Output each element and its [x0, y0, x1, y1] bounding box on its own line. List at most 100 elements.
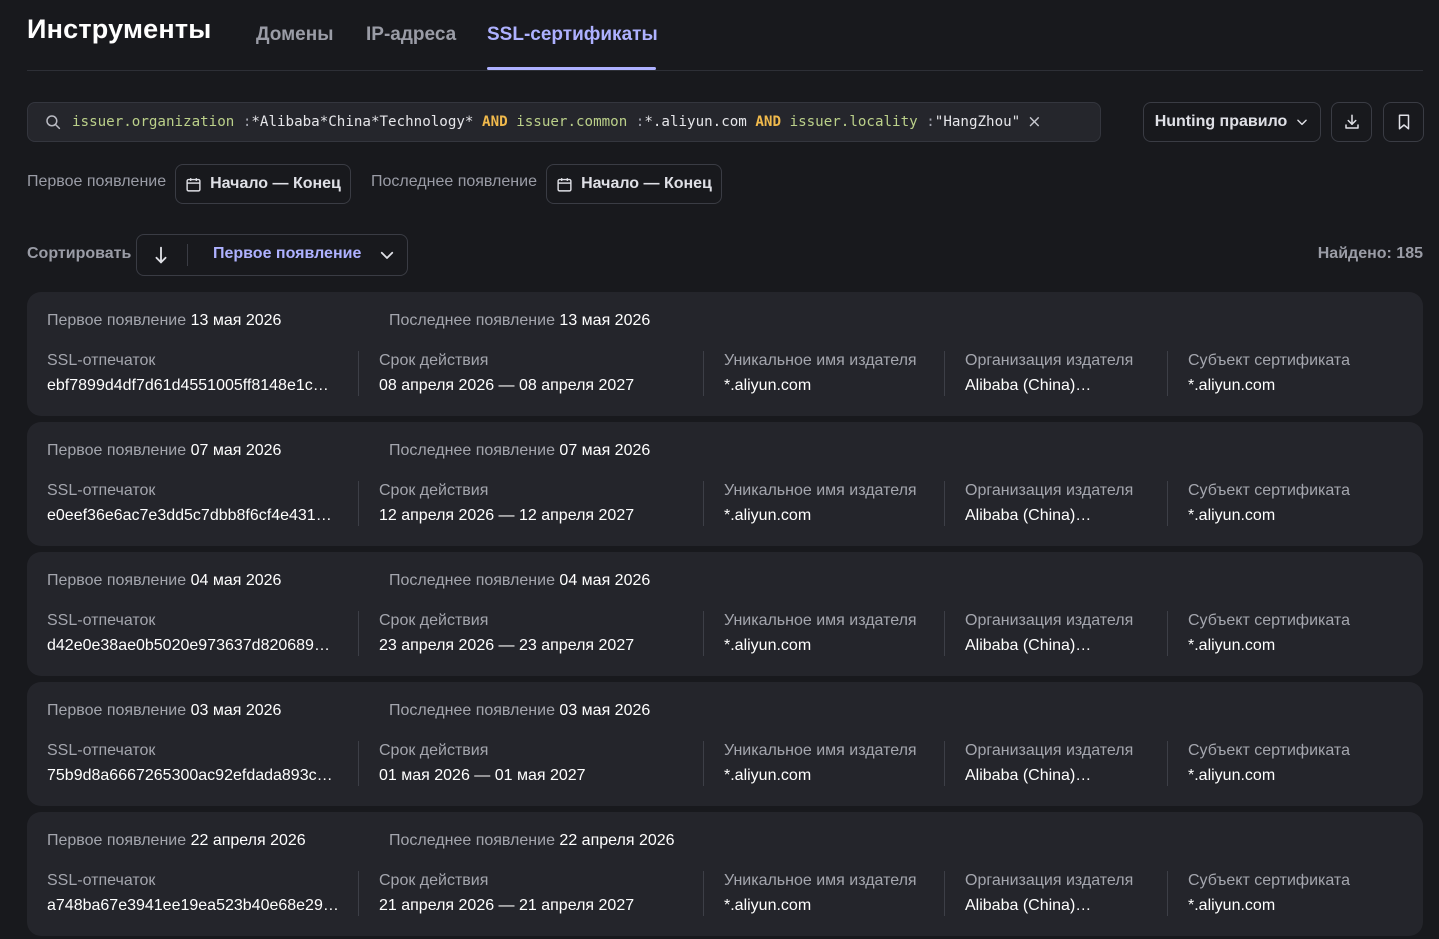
bookmark-button[interactable] — [1383, 102, 1424, 142]
calendar-icon — [557, 177, 572, 192]
issuer-organization-value: Alibaba (China)… — [965, 507, 1092, 524]
validity-period-label: Срок действия — [379, 872, 489, 889]
issuer-common-name-value: *.aliyun.com — [724, 767, 812, 784]
query-token-op: : — [627, 114, 645, 130]
certificate-card[interactable]: Первое появление 13 мая 2026 Последнее по… — [27, 292, 1423, 416]
last-seen: Последнее появление 03 мая 2026 — [389, 702, 650, 720]
column-divider — [944, 351, 945, 396]
ssl-fingerprint-value: 75b9d8a6667265300ac92efdada893c… — [47, 767, 333, 784]
certificate-subject-field: Субъект сертификата *.aliyun.com — [1188, 872, 1398, 915]
ssl-fingerprint-field: SSL-отпечаток ebf7899d4df7d61d4551005ff81… — [47, 352, 347, 395]
column-divider — [358, 611, 359, 656]
issuer-organization-value: Alibaba (China)… — [965, 637, 1092, 654]
download-button[interactable] — [1331, 102, 1372, 142]
issuer-organization-label: Организация издателя — [965, 742, 1134, 759]
issuer-common-name-value: *.aliyun.com — [724, 897, 812, 914]
hunting-rule-dropdown[interactable]: Hunting правило — [1143, 102, 1321, 142]
certificate-card[interactable]: Первое появление 07 мая 2026 Последнее по… — [27, 422, 1423, 546]
sort-divider — [187, 244, 188, 266]
validity-period-field: Срок действия 23 апреля 2026 — 23 апреля … — [379, 612, 709, 655]
download-icon — [1344, 114, 1359, 129]
certificate-subject-label: Субъект сертификата — [1188, 482, 1350, 499]
tab-ip-addresses[interactable]: IP-адреса — [366, 24, 456, 46]
first-seen-label: Первое появление — [47, 702, 187, 719]
validity-period-value: 21 апреля 2026 — 21 апреля 2027 — [379, 897, 635, 914]
last-seen-value: 04 мая 2026 — [559, 572, 651, 589]
query-token-value: "HangZhou" — [934, 114, 1021, 130]
issuer-common-name-value: *.aliyun.com — [724, 637, 812, 654]
first-seen-label: Первое появление — [47, 442, 187, 459]
issuer-organization-field: Организация издателя Alibaba (China)… — [965, 482, 1155, 525]
ssl-fingerprint-field: SSL-отпечаток e0eef36e6ac7e3dd5c7dbb8f6cf… — [47, 482, 347, 525]
ssl-fingerprint-value: ebf7899d4df7d61d4551005ff8148e1c… — [47, 377, 329, 394]
sort-direction-arrow-down-icon[interactable] — [150, 244, 172, 266]
ssl-fingerprint-value: e0eef36e6ac7e3dd5c7dbb8f6cf4e431… — [47, 507, 332, 524]
issuer-organization-value: Alibaba (China)… — [965, 377, 1092, 394]
column-divider — [944, 611, 945, 656]
validity-period-label: Срок действия — [379, 612, 489, 629]
search-query-input[interactable]: issuer.organization :*Alibaba*China*Tech… — [27, 102, 1101, 142]
certificate-subject-value: *.aliyun.com — [1188, 767, 1276, 784]
first-seen: Первое появление 13 мая 2026 — [47, 312, 281, 330]
issuer-common-name-label: Уникальное имя издателя — [724, 742, 917, 759]
first-seen-value: 04 мая 2026 — [190, 572, 282, 589]
first-seen-value: 13 мая 2026 — [190, 312, 282, 329]
first-seen: Первое появление 04 мая 2026 — [47, 572, 281, 590]
issuer-common-name-field: Уникальное имя издателя *.aliyun.com — [724, 872, 934, 915]
certificate-card[interactable]: Первое появление 22 апреля 2026 Последнее… — [27, 812, 1423, 936]
certificate-card[interactable]: Первое появление 03 мая 2026 Последнее по… — [27, 682, 1423, 806]
issuer-organization-value: Alibaba (China)… — [965, 897, 1092, 914]
chevron-down-icon[interactable] — [378, 246, 396, 264]
search-query-text[interactable]: issuer.organization :*Alibaba*China*Tech… — [72, 114, 1020, 130]
chevron-down-icon — [1297, 119, 1308, 126]
query-token-value: *Alibaba*China*Technology* — [251, 114, 474, 130]
certificate-subject-label: Субъект сертификата — [1188, 612, 1350, 629]
column-divider — [358, 871, 359, 916]
last-seen: Последнее появление 22 апреля 2026 — [389, 832, 675, 850]
query-token-value: *.aliyun.com — [644, 114, 747, 130]
first-seen-value: 07 мая 2026 — [190, 442, 282, 459]
certificate-card[interactable]: Первое появление 04 мая 2026 Последнее по… — [27, 552, 1423, 676]
results-count: Найдено: 185 — [1317, 245, 1423, 262]
column-divider — [1167, 481, 1168, 526]
column-divider — [703, 351, 704, 396]
tab-domains[interactable]: Домены — [256, 24, 333, 46]
last-seen-date-range[interactable]: Начало — Конец — [546, 164, 722, 204]
validity-period-label: Срок действия — [379, 482, 489, 499]
sort-field-select[interactable]: Первое появление — [213, 245, 361, 263]
column-divider — [1167, 871, 1168, 916]
certificate-subject-value: *.aliyun.com — [1188, 507, 1276, 524]
first-seen-filter-label: Первое появление — [27, 173, 167, 190]
certificate-subject-field: Субъект сертификата *.aliyun.com — [1188, 742, 1398, 785]
clear-search-icon[interactable]: × — [1027, 112, 1041, 132]
query-token-op: : — [917, 114, 935, 130]
tab-ssl-certificates[interactable]: SSL-сертификаты — [487, 24, 658, 46]
issuer-common-name-field: Уникальное имя издателя *.aliyun.com — [724, 612, 934, 655]
issuer-organization-field: Организация издателя Alibaba (China)… — [965, 742, 1155, 785]
query-token-op: : — [234, 114, 252, 130]
certificate-subject-label: Субъект сертификата — [1188, 352, 1350, 369]
validity-period-value: 12 апреля 2026 — 12 апреля 2027 — [379, 507, 635, 524]
column-divider — [944, 481, 945, 526]
issuer-common-name-field: Уникальное имя издателя *.aliyun.com — [724, 352, 934, 395]
ssl-fingerprint-value: d42e0e38ae0b5020e973637d820689… — [47, 637, 330, 654]
issuer-organization-field: Организация издателя Alibaba (China)… — [965, 872, 1155, 915]
first-seen-date-range[interactable]: Начало — Конец — [175, 164, 351, 204]
issuer-common-name-label: Уникальное имя издателя — [724, 482, 917, 499]
validity-period-field: Срок действия 01 мая 2026 — 01 мая 2027 — [379, 742, 709, 785]
column-divider — [944, 741, 945, 786]
page-title: Инструменты — [27, 14, 212, 44]
validity-period-label: Срок действия — [379, 742, 489, 759]
column-divider — [1167, 611, 1168, 656]
issuer-organization-label: Организация издателя — [965, 482, 1134, 499]
last-seen-filter-label: Последнее появление — [371, 173, 537, 190]
first-seen: Первое появление 03 мая 2026 — [47, 702, 281, 720]
certificate-subject-label: Субъект сертификата — [1188, 872, 1350, 889]
ssl-fingerprint-label: SSL-отпечаток — [47, 482, 156, 499]
first-seen-value: 22 апреля 2026 — [190, 832, 306, 849]
first-seen-label: Первое появление — [47, 832, 187, 849]
column-divider — [1167, 741, 1168, 786]
certificate-subject-value: *.aliyun.com — [1188, 377, 1276, 394]
first-seen-label: Первое появление — [47, 312, 187, 329]
column-divider — [358, 481, 359, 526]
